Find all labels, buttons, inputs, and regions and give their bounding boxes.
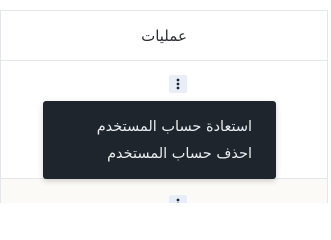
- vertical-ellipsis-icon: [176, 78, 180, 90]
- row-actions-button[interactable]: [169, 75, 187, 93]
- menu-item-restore-user[interactable]: استعادة حساب المستخدم: [43, 114, 276, 141]
- column-header-label: عمليات: [141, 26, 187, 45]
- menu-item-delete-user[interactable]: احذف حساب المستخدم: [43, 141, 276, 168]
- screen: عمليات استعادة حساب المستخدم احذف حساب ا…: [0, 0, 331, 203]
- row-actions-menu: استعادة حساب المستخدم احذف حساب المستخدم: [43, 101, 276, 179]
- row-actions-button[interactable]: [169, 195, 187, 203]
- vertical-ellipsis-icon: [176, 198, 180, 203]
- column-header: عمليات: [1, 10, 327, 61]
- table-row: [1, 179, 327, 203]
